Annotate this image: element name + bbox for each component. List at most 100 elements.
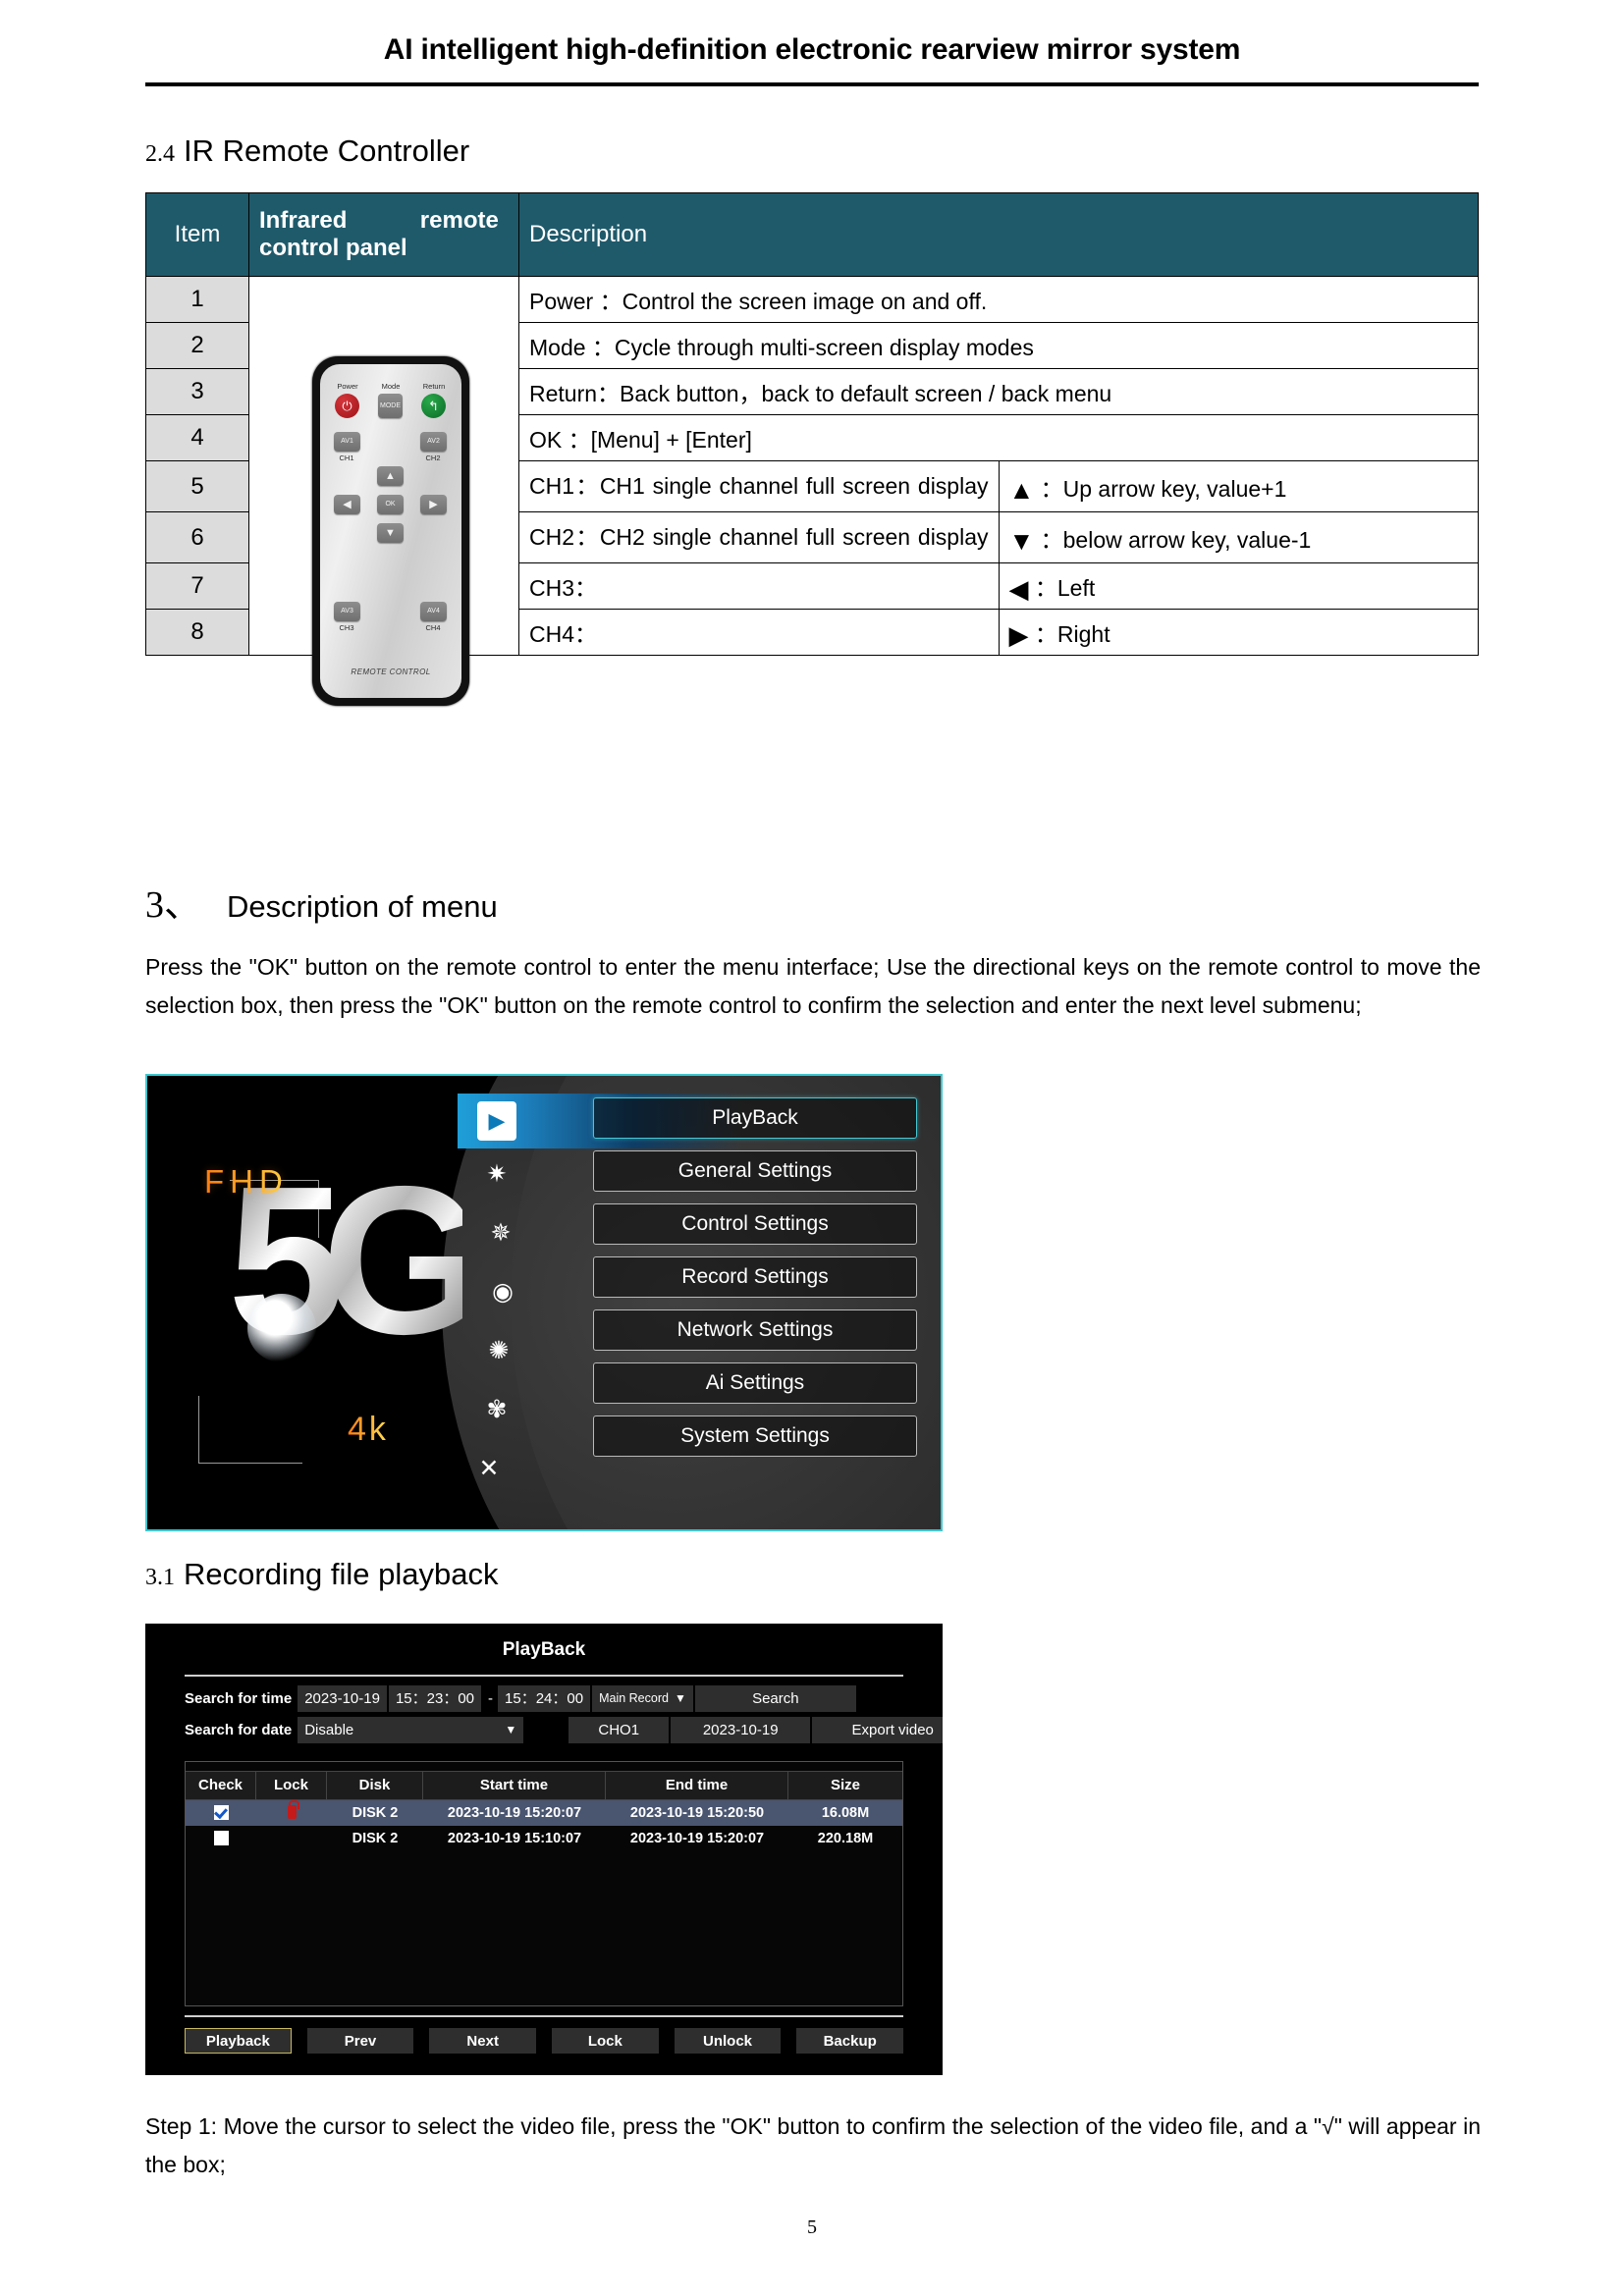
checkbox-unchecked-icon [213,1831,229,1845]
right-arrow-icon: ▶ [1008,620,1029,650]
row-lock-state [256,1826,327,1851]
th-panel: Infrared remote control panel [248,192,519,277]
page-number: 5 [807,2216,817,2238]
hero-4k-label: 4k [348,1411,389,1448]
prev-button[interactable]: Prev [306,2028,414,2054]
search-date-label: Search for date [185,1722,293,1738]
checkbox-checked-icon [213,1805,229,1820]
record-type-dropdown[interactable]: Main Record ▼ [592,1685,693,1712]
row-disk: DISK 2 [352,1805,399,1821]
menu-description-paragraph: Press the "OK" button on the remote cont… [145,954,1481,1018]
playback-table-header: Check Lock Disk Start time End time Size [186,1771,902,1800]
search-time-date-field[interactable]: 2023-10-19 [298,1685,387,1712]
heading-3-1-title: Recording file playback [184,1557,499,1591]
row-end-time: 2023-10-19 15:20:07 [629,1831,765,1846]
chevron-down-icon: ▼ [505,1723,517,1736]
chevron-down-icon: ▼ [674,1691,686,1705]
th-start-time: Start time [423,1772,606,1799]
menu-item-playback[interactable]: PlayBack [593,1097,917,1139]
cell-desc-4: OK ：[Menu] + [Enter] [518,414,1479,461]
row-size: 220.18M [817,1831,874,1846]
playback-screenshot: PlayBack Search for time 2023-10-19 15：2… [145,1624,943,2075]
playback-rule-bottom [185,2015,903,2017]
search-start-time-field[interactable]: 15：23：00 [388,1685,482,1712]
th-size: Size [830,1777,860,1793]
row-end-time: 2023-10-19 15:20:50 [629,1805,765,1821]
row-disk: DISK 2 [352,1831,399,1846]
heading-2-4: 2.4 IR Remote Controller [145,133,469,169]
heading-3: 3、 Description of menu [145,874,498,928]
menu-item-record-settings[interactable]: Record Settings [593,1256,917,1298]
table-row: 1 Power ：Control the screen image on and… [145,276,1479,656]
cell-desc-5: CH1：CH1 single channel full screen displ… [518,460,1000,512]
menu-item-general-settings[interactable]: General Settings [593,1150,917,1192]
tools-icon: ✕ [478,1455,500,1482]
th-description: Description [518,192,1479,277]
playback-button[interactable]: Playback [185,2028,292,2054]
hero-fhd-label: FHD [204,1163,289,1200]
heading-3-title: Description of menu [227,889,498,924]
menu-item-control-settings[interactable]: Control Settings [593,1203,917,1245]
row-checkbox[interactable] [186,1800,256,1826]
cell-item-4: 4 [145,414,249,461]
down-arrow-icon: ▼ [1008,525,1035,556]
export-video-button[interactable]: Export video [812,1717,943,1743]
up-arrow-icon: ▲ [1008,474,1035,505]
search-button[interactable]: Search [694,1685,856,1712]
cell-item-5: 5 [145,460,249,512]
cell-desc-2: Mode ：Cycle through multi-screen display… [518,322,1479,369]
cell-desc-8: CH4： [518,609,1000,656]
cell-arrow-8-text: ：Right [1034,621,1110,647]
th-end-time: End time [606,1772,788,1799]
document-page: AI intelligent high-definition electroni… [0,0,1624,2296]
th-check: Check [186,1772,256,1799]
date-field[interactable]: 2023-10-19 [671,1717,811,1743]
cell-desc-3: Return：Back button，back to default scree… [518,368,1479,415]
running-head: AI intelligent high-definition electroni… [383,33,1241,66]
search-end-time-field[interactable]: 15：24：00 [498,1685,591,1712]
playback-title: PlayBack [502,1639,586,1660]
menu-item-network-settings[interactable]: Network Settings [593,1309,917,1351]
lock-button[interactable]: Lock [552,2028,659,2054]
heading-3-1-number: 3.1 [145,1565,175,1590]
next-button[interactable]: Next [429,2028,537,2054]
backup-button[interactable]: Backup [796,2028,904,2054]
step-1-paragraph: Step 1: Move the cursor to select the vi… [145,2113,1481,2177]
heading-2-4-number: 2.4 [145,141,175,167]
channel-field[interactable]: CHO1 [568,1717,670,1743]
row-checkbox[interactable] [186,1826,256,1851]
menu-item-ai-settings[interactable]: Ai Settings [593,1362,917,1404]
row-start-time: 2023-10-19 15:20:07 [447,1805,582,1821]
main-menu-screenshot: 5G FHD 4k ▶ ✷ ✵ ◉ ✺ ✾ ✕ PlayBack General… [145,1074,943,1531]
th-panel-line2: remote [419,207,499,234]
menu-item-system-settings[interactable]: System Settings [593,1415,917,1457]
running-head-rule [145,82,1479,86]
cell-item-3: 3 [145,368,249,415]
search-date-dropdown[interactable]: Disable ▼ [298,1717,524,1743]
record-type-value: Main Record [599,1691,669,1705]
table-row[interactable]: DISK 2 2023-10-19 15:10:07 2023-10-19 15… [186,1826,902,1851]
table-header-row: Item Infrared remote control panel Descr… [145,192,1479,277]
search-for-time-row: Search for time 2023-10-19 15：23：00 - 15… [185,1685,858,1712]
ir-remote-table: Item Infrared remote control panel Descr… [145,192,1479,656]
hero-bracket-bottom-left [198,1396,302,1464]
table-row[interactable]: DISK 2 2023-10-19 15:20:07 2023-10-19 15… [186,1800,902,1826]
cell-desc-6: CH2：CH2 single channel full screen displ… [518,511,1000,563]
cell-item-6: 6 [145,511,249,563]
cell-item-8: 8 [145,609,249,656]
search-for-date-row: Search for date Disable ▼ CHO1 2023-10-19… [185,1717,943,1743]
heading-3-number: 3、 [145,884,202,926]
gear-icon: ✷ [486,1160,508,1188]
unlock-button[interactable]: Unlock [674,2028,782,2054]
cell-desc-7: CH3： [518,562,1000,610]
cell-arrow-6: ▼ ：below arrow key, value-1 [998,511,1479,563]
cell-remote-image [248,276,519,656]
cell-item-1: 1 [145,276,249,323]
cell-item-7: 7 [145,562,249,610]
row-spacer [525,1717,568,1743]
cell-arrow-5: ▲ ：Up arrow key, value+1 [998,460,1479,512]
playback-file-table: Check Lock Disk Start time End time Size… [185,1761,903,2006]
ai-gear-icon: ✾ [486,1396,508,1423]
row-size: 16.08M [821,1805,870,1821]
search-time-label: Search for time [185,1690,293,1707]
